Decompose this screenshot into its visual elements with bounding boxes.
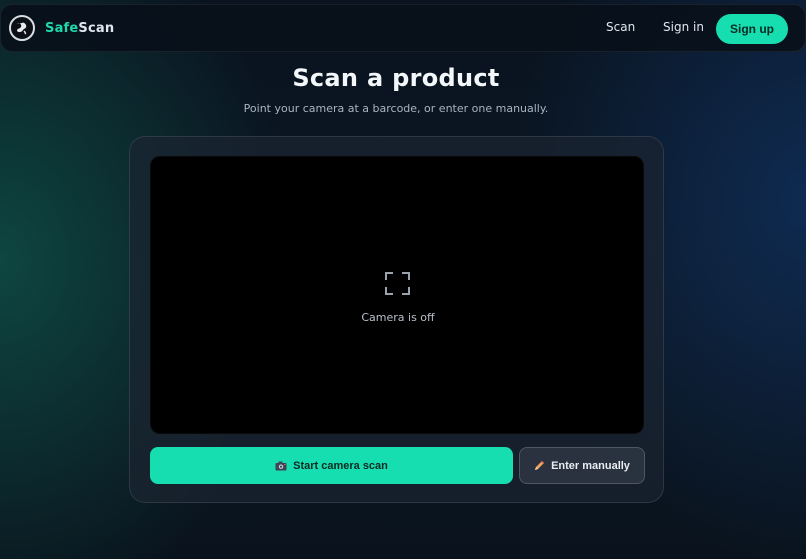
brand-logo[interactable]: SafeScan — [9, 15, 114, 41]
camera-status-text: Camera is off — [361, 311, 435, 324]
brand-name: SafeScan — [45, 21, 114, 36]
enter-manually-label: Enter manually — [551, 459, 630, 472]
nav-link-sign-in[interactable]: Sign in — [663, 20, 704, 34]
camera-viewport: Camera is off — [150, 156, 644, 434]
page-subtitle: Point your camera at a barcode, or enter… — [243, 102, 549, 115]
sign-up-button[interactable]: Sign up — [716, 14, 788, 44]
brand-name-part2: Scan — [78, 20, 115, 36]
nav-link-scan[interactable]: Scan — [606, 20, 635, 34]
start-camera-scan-button[interactable]: Start camera scan — [150, 447, 513, 484]
scanner-card: Camera is off Start camera scan Enter ma… — [129, 136, 664, 503]
start-camera-scan-label: Start camera scan — [293, 459, 388, 472]
scan-frame-icon — [385, 272, 410, 295]
top-navbar: SafeScan Scan Sign in Sign up — [0, 4, 806, 52]
globe-logo-icon — [9, 15, 35, 41]
enter-manually-button[interactable]: Enter manually — [519, 447, 645, 484]
pencil-icon — [534, 460, 545, 471]
brand-name-part1: Safe — [45, 20, 79, 36]
camera-icon — [275, 461, 287, 471]
page-title: Scan a product — [292, 64, 500, 92]
